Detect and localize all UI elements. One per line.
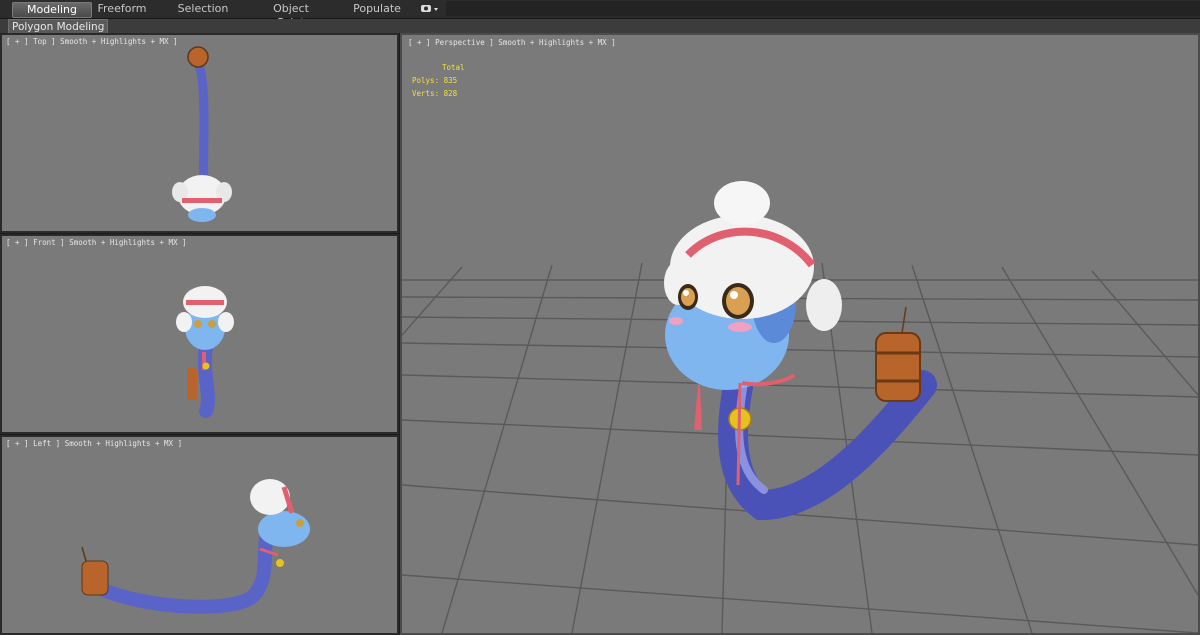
- viewport-front[interactable]: [ + ] Front ] Smooth + Highlights + MX ]: [0, 234, 399, 434]
- snake-model-left-view: [81, 479, 310, 614]
- tab-populate[interactable]: Populate: [350, 2, 404, 16]
- sub-ribbon: Polygon Modeling: [0, 19, 1200, 35]
- snake-character-3d: [664, 181, 937, 521]
- stats-polys: Polys: 835: [412, 76, 458, 85]
- barrel-3d: [875, 306, 921, 402]
- stats-verts: Verts: 828: [412, 89, 458, 98]
- ribbon-empty-area: [446, 1, 1200, 16]
- eye-dropdown-icon[interactable]: [420, 3, 440, 15]
- ground-grid: [402, 262, 1198, 633]
- tab-freeform[interactable]: Freeform: [92, 2, 152, 16]
- scene-statistics: Total Polys: 835 Verts: 828: [412, 61, 465, 100]
- viewport-label-top[interactable]: [ + ] Top ] Smooth + Highlights + MX ]: [6, 37, 178, 46]
- viewport-perspective[interactable]: [ + ] Perspective ] Smooth + Highlights …: [400, 33, 1200, 635]
- snake-model-top-view: [172, 46, 232, 222]
- viewport-top[interactable]: [ + ] Top ] Smooth + Highlights + MX ]: [0, 33, 399, 233]
- viewport-label-left[interactable]: [ + ] Left ] Smooth + Highlights + MX ]: [6, 439, 182, 448]
- ribbon-bar: Modeling Freeform Selection Object Paint…: [0, 0, 1200, 29]
- snake-model-front-view: [176, 286, 234, 418]
- viewport-label-perspective[interactable]: [ + ] Perspective ] Smooth + Highlights …: [408, 38, 616, 47]
- tab-object-paint[interactable]: Object Paint: [258, 2, 324, 29]
- stats-title: Total: [442, 63, 465, 72]
- perspective-scene: [402, 181, 1198, 633]
- tab-selection[interactable]: Selection: [175, 2, 231, 16]
- tab-modeling[interactable]: Modeling: [12, 2, 92, 18]
- viewport-label-front[interactable]: [ + ] Front ] Smooth + Highlights + MX ]: [6, 238, 187, 247]
- viewport-left[interactable]: [ + ] Left ] Smooth + Highlights + MX ]: [0, 435, 399, 635]
